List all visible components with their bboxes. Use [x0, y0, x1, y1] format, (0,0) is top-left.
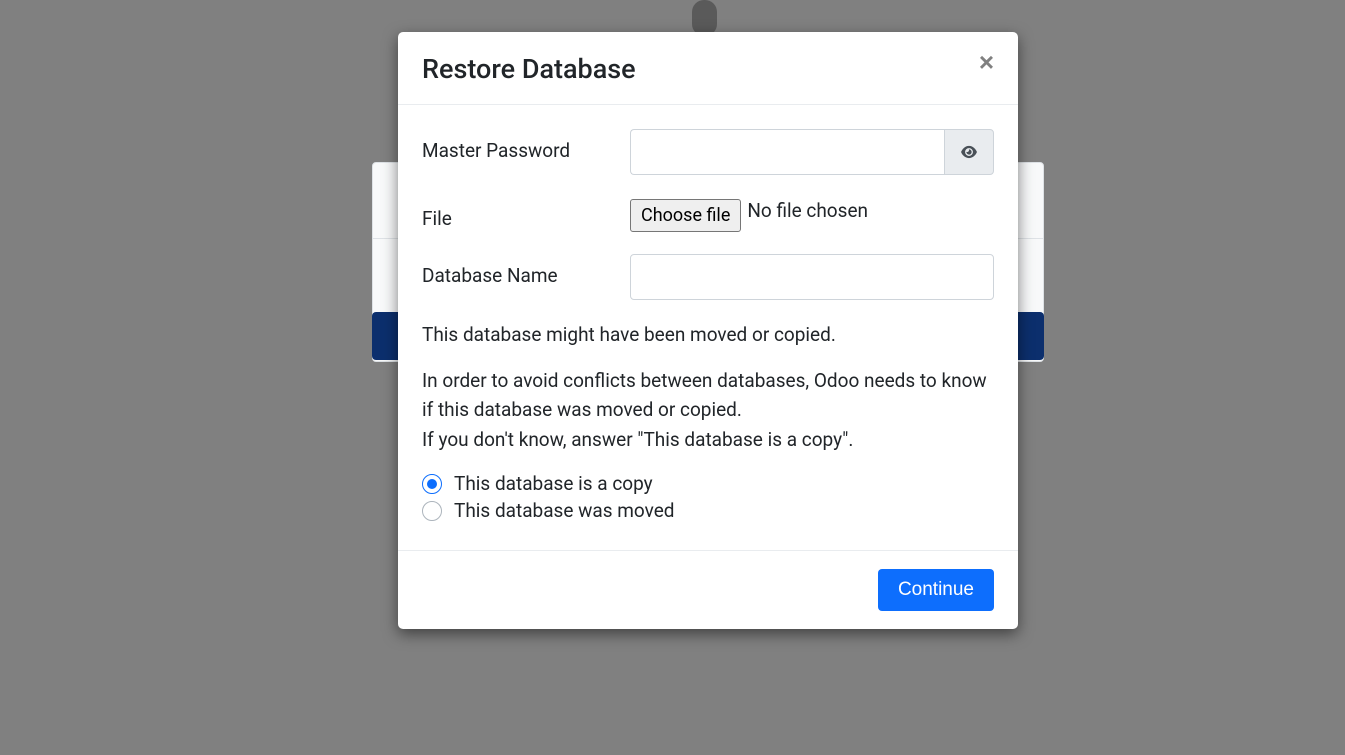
database-name-row: Database Name	[422, 254, 994, 300]
radio-option-moved[interactable]: This database was moved	[422, 499, 994, 522]
radio-label-moved: This database was moved	[454, 499, 675, 522]
restore-database-modal: Restore Database × Master Password File	[398, 32, 1018, 629]
radio-label-copy: This database is a copy	[454, 472, 653, 495]
database-name-label: Database Name	[422, 254, 630, 287]
file-label: File	[422, 197, 630, 230]
info-line-2b: If you don't know, answer "This database…	[422, 428, 853, 451]
radio-option-copy[interactable]: This database is a copy	[422, 472, 994, 495]
background-tab-element	[692, 0, 717, 36]
master-password-field-wrapper	[630, 129, 994, 175]
database-name-field-wrapper	[630, 254, 994, 300]
master-password-label: Master Password	[422, 129, 630, 162]
info-line-2a: In order to avoid conflicts between data…	[422, 369, 987, 421]
modal-info-text: This database might have been moved or c…	[422, 320, 994, 454]
modal-title: Restore Database	[422, 53, 636, 85]
database-name-input[interactable]	[630, 254, 994, 300]
close-icon: ×	[979, 47, 994, 77]
toggle-password-visibility-button[interactable]	[944, 129, 994, 175]
info-paragraph-1: This database might have been moved or c…	[422, 320, 994, 349]
file-field-wrapper: Choose file No file chosen	[630, 197, 994, 232]
choose-file-button[interactable]: Choose file	[630, 199, 741, 232]
master-password-row: Master Password	[422, 129, 994, 175]
modal-body: Master Password File Choose file No file…	[398, 105, 1018, 550]
radio-icon	[422, 474, 442, 494]
file-status-text: No file chosen	[747, 199, 868, 232]
file-row: File Choose file No file chosen	[422, 197, 994, 232]
continue-button[interactable]: Continue	[878, 569, 994, 611]
radio-icon	[422, 501, 442, 521]
copy-or-move-radio-group: This database is a copy This database wa…	[422, 472, 994, 522]
close-button[interactable]: ×	[979, 49, 994, 75]
modal-header: Restore Database ×	[398, 32, 1018, 105]
master-password-input[interactable]	[630, 129, 944, 175]
modal-footer: Continue	[398, 550, 1018, 629]
eye-icon	[959, 145, 979, 159]
master-password-input-group	[630, 129, 994, 175]
info-paragraph-2: In order to avoid conflicts between data…	[422, 366, 994, 454]
